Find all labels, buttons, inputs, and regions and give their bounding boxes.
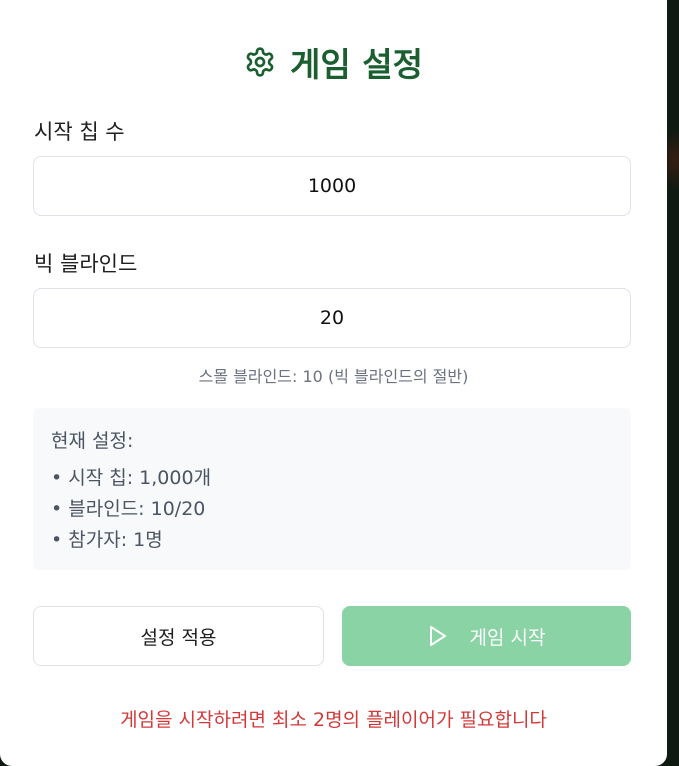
page-title: 게임 설정 xyxy=(0,38,667,86)
game-settings-modal: 게임 설정 시작 칩 수 빅 블라인드 스몰 블라인드: 10 (빅 블라인드의… xyxy=(0,0,667,766)
list-item: 블라인드: 10/20 xyxy=(51,494,613,525)
start-game-label: 게임 시작 xyxy=(469,626,546,649)
big-blind-label: 빅 블라인드 xyxy=(34,252,138,276)
small-blind-hint: 스몰 블라인드: 10 (빅 블라인드의 절반) xyxy=(198,367,469,386)
apply-settings-label: 설정 적용 xyxy=(140,626,217,649)
apply-settings-button[interactable]: 설정 적용 xyxy=(33,606,324,666)
list-item: 참가자: 1명 xyxy=(51,525,613,556)
current-settings-panel: 현재 설정: 시작 칩: 1,000개 블라인드: 10/20 참가자: 1명 xyxy=(33,408,631,570)
play-icon xyxy=(428,625,448,647)
starting-chips-input[interactable] xyxy=(33,156,631,216)
starting-chips-label: 시작 칩 수 xyxy=(34,120,125,144)
gear-icon xyxy=(244,46,276,78)
list-item: 시작 칩: 1,000개 xyxy=(51,463,613,494)
current-settings-heading: 현재 설정: xyxy=(51,430,134,452)
min-players-warning: 게임을 시작하려면 최소 2명의 플레이어가 필요합니다 xyxy=(120,709,547,731)
start-game-button[interactable]: 게임 시작 xyxy=(342,606,631,666)
current-settings-list: 시작 칩: 1,000개 블라인드: 10/20 참가자: 1명 xyxy=(51,463,613,556)
page-title-text: 게임 설정 xyxy=(290,45,423,84)
big-blind-input[interactable] xyxy=(33,288,631,348)
